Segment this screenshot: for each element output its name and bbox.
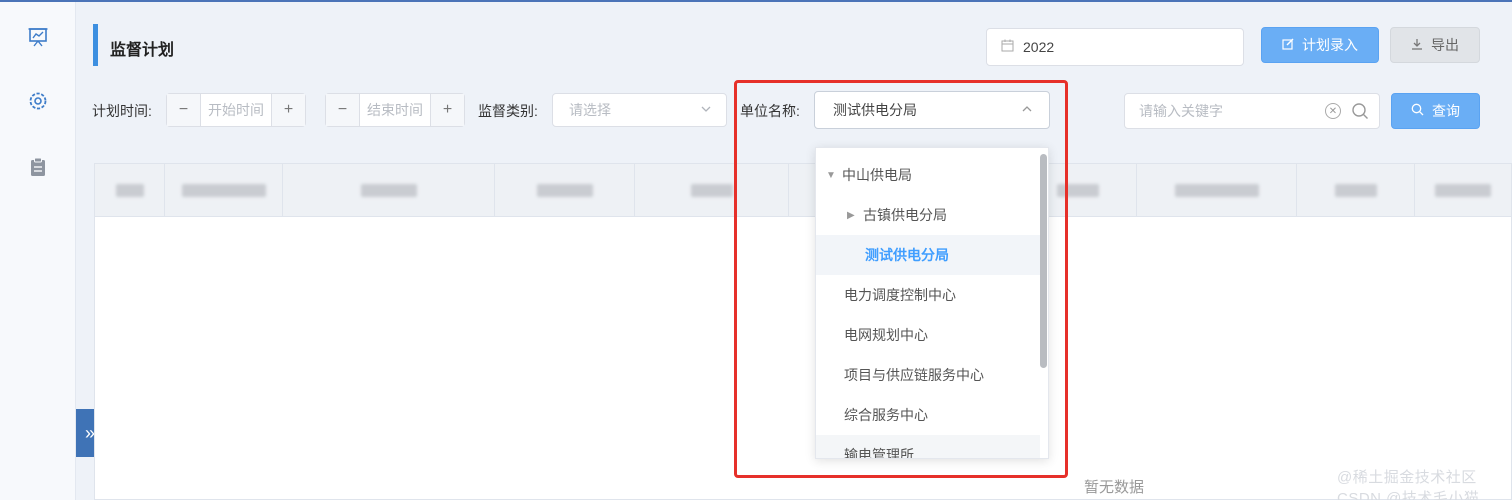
tree-node-label: 综合服务中心 <box>844 407 928 423</box>
plan-entry-label: 计划录入 <box>1302 37 1358 53</box>
table-header-cell <box>495 164 635 216</box>
search-placeholder: 请输入关键字 <box>1139 103 1223 119</box>
tree-node-label: 电网规划中心 <box>844 327 928 343</box>
table-header-cell <box>1415 164 1511 216</box>
end-plus-button[interactable]: + <box>430 94 464 126</box>
tree-node-transmission[interactable]: 输电管理所 <box>816 435 1040 459</box>
plan-entry-button[interactable]: 计划录入 <box>1261 27 1379 63</box>
tree-node-grid-planning[interactable]: 电网规划中心 <box>816 315 1040 355</box>
tree-node-label: 项目与供应链服务中心 <box>844 367 984 383</box>
table-header-cell <box>165 164 283 216</box>
category-placeholder: 请选择 <box>569 102 611 118</box>
clear-icon[interactable]: ✕ <box>1325 103 1341 119</box>
search-input[interactable]: 请输入关键字 ✕ <box>1124 93 1380 129</box>
search-icon[interactable] <box>1351 102 1369 120</box>
page-title: 监督计划 <box>110 42 175 59</box>
tree-node-label: 测试供电分局 <box>865 247 949 263</box>
calendar-icon <box>1001 39 1014 55</box>
table-header-cell <box>1297 164 1415 216</box>
table-header-cell <box>1137 164 1297 216</box>
table-header <box>95 164 1511 217</box>
category-select[interactable]: 请选择 <box>552 93 727 127</box>
start-time-stepper[interactable]: − 开始时间 + <box>166 93 306 127</box>
year-picker[interactable]: 2022 <box>986 28 1244 66</box>
caret-down-icon[interactable]: ▼ <box>826 170 842 181</box>
clipboard-icon[interactable] <box>26 155 50 179</box>
watermark: @稀土掘金技术社区 CSDN @技术毛小猫 <box>1337 469 1480 500</box>
unit-name-value: 测试供电分局 <box>833 102 917 118</box>
unit-name-label: 单位名称: <box>740 103 800 119</box>
query-button[interactable]: 查询 <box>1391 93 1480 129</box>
tree-node-label: 输电管理所 <box>844 447 914 459</box>
table-header-cell <box>95 164 165 216</box>
plan-time-label: 计划时间: <box>92 103 152 119</box>
caret-right-icon[interactable]: ▶ <box>847 210 863 221</box>
search-icon <box>1411 103 1424 119</box>
year-value: 2022 <box>1023 39 1055 55</box>
unit-tree-dropdown: ▼ 中山供电局 ▶ 古镇供电分局 测试供电分局 电力调度控制中心 电网规划中心 … <box>815 147 1049 459</box>
end-time-placeholder[interactable]: 结束时间 <box>360 94 430 126</box>
export-button[interactable]: 导出 <box>1390 27 1480 63</box>
start-plus-button[interactable]: + <box>271 94 305 126</box>
edit-icon <box>1282 38 1294 53</box>
tree-node-label: 古镇供电分局 <box>863 207 947 223</box>
start-minus-button[interactable]: − <box>167 94 201 126</box>
export-label: 导出 <box>1431 37 1459 53</box>
gear-icon[interactable] <box>26 89 50 113</box>
empty-state-text: 暂无数据 <box>1084 479 1145 496</box>
data-table: 暂无数据 <box>94 163 1512 500</box>
table-header-cell <box>635 164 789 216</box>
chevron-down-icon <box>700 103 712 118</box>
dropdown-scrollbar[interactable] <box>1040 154 1047 368</box>
start-time-placeholder[interactable]: 开始时间 <box>201 94 271 126</box>
title-accent-bar <box>93 24 98 66</box>
unit-name-select[interactable]: 测试供电分局 <box>814 91 1050 129</box>
download-icon <box>1411 38 1423 53</box>
main-content: 监督计划 2022 计划录入 导出 计划时间: − 开始时间 + − 结束时间 … <box>76 2 1512 500</box>
tree-node-supply-chain[interactable]: 项目与供应链服务中心 <box>816 355 1040 395</box>
tree-node-label: 电力调度控制中心 <box>844 287 956 303</box>
chevron-up-icon <box>1021 103 1033 118</box>
sidebar <box>0 2 76 500</box>
tree-node-dispatch-center[interactable]: 电力调度控制中心 <box>816 275 1040 315</box>
presentation-chart-icon[interactable] <box>26 25 50 49</box>
tree-node-zhongshan[interactable]: ▼ 中山供电局 <box>816 155 1040 195</box>
tree-node-general-service[interactable]: 综合服务中心 <box>816 395 1040 435</box>
query-label: 查询 <box>1432 103 1460 119</box>
tree-node-guzhen[interactable]: ▶ 古镇供电分局 <box>816 195 1040 235</box>
end-minus-button[interactable]: − <box>326 94 360 126</box>
tree-node-label: 中山供电局 <box>842 167 912 183</box>
category-label: 监督类别: <box>478 103 538 119</box>
tree-node-test-selected[interactable]: 测试供电分局 <box>816 235 1040 275</box>
table-header-cell <box>283 164 495 216</box>
end-time-stepper[interactable]: − 结束时间 + <box>325 93 465 127</box>
